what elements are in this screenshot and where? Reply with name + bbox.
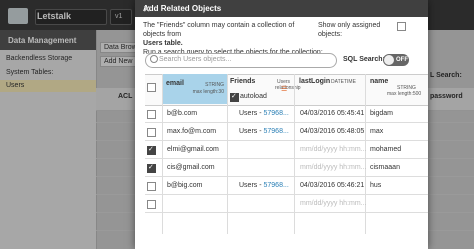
autoload-checkbox[interactable] [230,92,239,102]
friends-cell-text: Users - [239,182,264,189]
name-cell[interactable]: max [370,128,383,135]
name-cell[interactable]: mohamed [370,146,401,153]
lastlogin-column-name: lastLogin [299,78,331,85]
row-checkbox[interactable] [147,110,156,119]
friends-cell[interactable]: Users - 57968... [239,110,289,117]
close-icon[interactable]: ✕ [143,4,421,15]
description-line: Users table. [143,40,183,47]
row-checkbox[interactable] [147,145,156,155]
dialog-titlebar: Add Related Objects ✕ [135,0,428,17]
friends-cell-text: Users - [239,110,264,117]
table-row[interactable]: cis@gmail.com mm/dd/yyyy hh:mm... cismaa… [145,159,428,177]
description-line: The "Friends" column may contain a colle… [143,22,295,38]
table-row[interactable]: mm/dd/yyyy hh:mm... [145,195,428,213]
lastlogin-cell[interactable]: mm/dd/yyyy hh:mm... [300,200,367,207]
row-checkbox[interactable] [147,128,156,137]
search-placeholder: Search Users objects... [159,56,232,63]
lastlogin-cell[interactable]: mm/dd/yyyy hh:mm... [300,146,367,153]
friends-column-sub: relationship [275,85,301,91]
lastlogin-cell[interactable]: 04/03/2016 05:48:05 [300,128,364,135]
show-assigned-checkbox[interactable] [397,22,406,31]
email-cell[interactable]: elmi@gmail.com [167,146,219,153]
row-checkbox[interactable] [147,182,156,191]
email-column-sub: max length:30 [192,89,224,95]
email-column-header[interactable]: email STRING max length:30 [162,74,227,104]
friends-cell[interactable]: Users - 57968... [239,182,289,189]
email-cell[interactable]: b@b.com [167,110,197,117]
menu-icon[interactable]: ☰ [281,86,287,94]
autoload-label: autoload [240,93,267,100]
friends-cell-link[interactable]: 57968... [264,182,289,189]
friends-cell[interactable]: Users - 57968... [239,128,289,135]
add-related-objects-dialog: Add Related Objects ✕ The "Friends" colu… [135,0,428,249]
name-cell[interactable]: hus [370,182,381,189]
table-row[interactable]: b@big.com Users - 57968... 04/03/2016 05… [145,177,428,195]
toggle-knob [384,55,394,65]
toggle-state-label: OFF [396,57,408,63]
name-cell[interactable]: cismaaan [370,164,400,171]
sql-search-label: SQL Search: [343,56,385,63]
select-all-checkbox[interactable] [147,83,156,92]
email-column-type: STRING [205,82,224,88]
friends-cell-text: Users - [239,128,264,135]
friends-cell-link[interactable]: 57968... [264,110,289,117]
table-row[interactable]: max.fo@m.com Users - 57968... 04/03/2016… [145,123,428,141]
friends-cell-link[interactable]: 57968... [264,128,289,135]
email-cell[interactable]: max.fo@m.com [167,128,216,135]
lastlogin-cell[interactable]: mm/dd/yyyy hh:mm... [300,164,367,171]
show-assigned-label: Show only assigned objects: [318,22,381,38]
lastlogin-cell[interactable]: 04/03/2016 05:45:41 [300,110,364,117]
lastlogin-cell[interactable]: 04/03/2016 05:46:21 [300,182,364,189]
email-cell[interactable]: cis@gmail.com [167,164,215,171]
table-row[interactable]: b@b.com Users - 57968... 04/03/2016 05:4… [145,105,428,123]
lastlogin-column-type: DATETIME [331,79,356,85]
search-icon [150,55,158,63]
name-cell[interactable]: bigdam [370,110,393,117]
table-row[interactable]: elmi@gmail.com mm/dd/yyyy hh:mm... moham… [145,141,428,159]
name-column-name: name [370,78,389,85]
row-checkbox[interactable] [147,200,156,209]
row-checkbox[interactable] [147,163,156,173]
email-column-name: email [166,80,184,87]
email-cell[interactable]: b@big.com [167,182,203,189]
name-column-sub: max length:500 [387,91,422,97]
friends-column-name: Friends [230,78,256,85]
